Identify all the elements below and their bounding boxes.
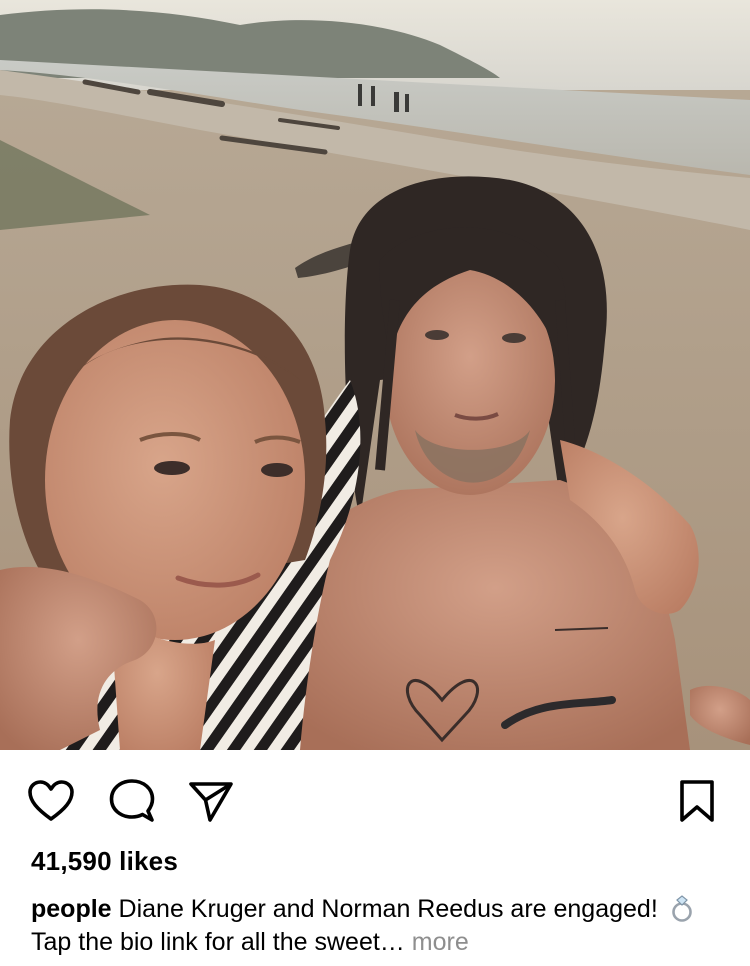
ring-emoji-icon xyxy=(667,894,697,922)
heart-icon xyxy=(28,780,74,821)
caption-more-link[interactable]: more xyxy=(412,928,469,956)
share-button[interactable] xyxy=(186,776,236,826)
post-image[interactable] xyxy=(0,0,750,750)
instagram-post: 41,590 likes people Diane Kruger and Nor… xyxy=(0,0,750,966)
beach-selfie-illustration xyxy=(0,0,750,750)
paper-plane-icon xyxy=(189,782,233,822)
likes-count[interactable]: 41,590 likes xyxy=(31,846,178,877)
save-button[interactable] xyxy=(672,776,722,826)
caption-text-2: Tap the bio link for all the sweet… xyxy=(31,928,405,956)
caption-username[interactable]: people xyxy=(31,895,112,923)
post-caption: people Diane Kruger and Norman Reedus ar… xyxy=(31,893,731,959)
post-action-bar xyxy=(0,760,750,840)
comment-button[interactable] xyxy=(107,776,157,826)
like-button[interactable] xyxy=(26,776,76,826)
caption-text-1: Diane Kruger and Norman Reedus are engag… xyxy=(118,895,658,923)
bookmark-icon xyxy=(680,780,714,822)
comment-icon xyxy=(109,779,155,822)
